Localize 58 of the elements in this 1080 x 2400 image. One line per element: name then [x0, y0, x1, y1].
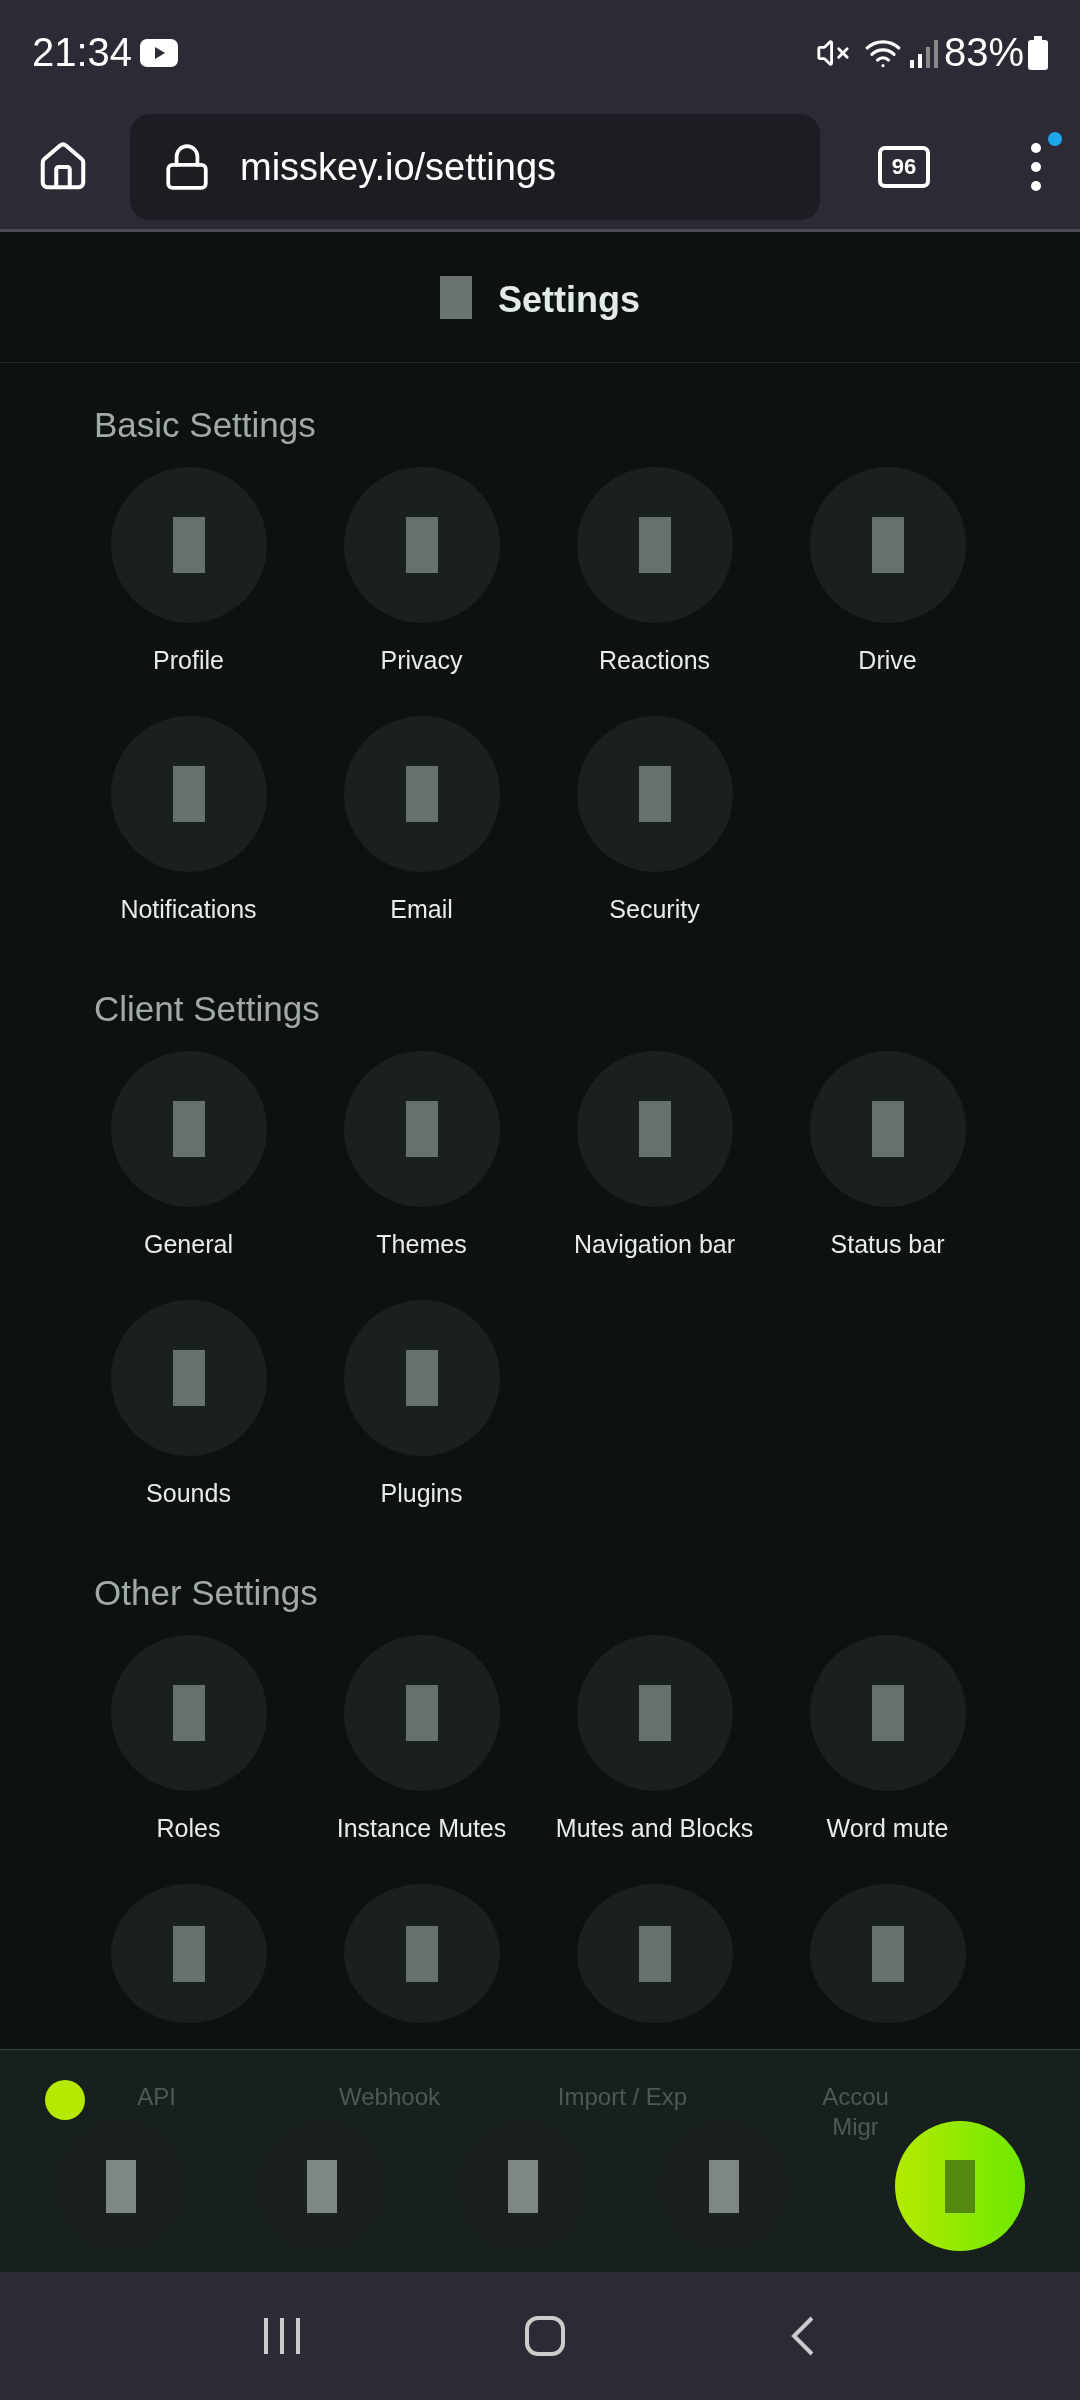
battery-percentage: 83% [943, 30, 1024, 75]
tab-count-button[interactable]: 96 [878, 146, 930, 188]
more-vertical-icon [1030, 142, 1042, 192]
settings-item-icon [871, 1925, 904, 1982]
home-nav-button[interactable] [525, 2316, 565, 2356]
settings-item-icon [638, 1685, 671, 1741]
settings-item[interactable]: Mutes and Blocks [538, 1635, 771, 1884]
settings-item-icon [638, 1101, 671, 1157]
settings-item[interactable]: Roles [72, 1635, 305, 1884]
settings-item-icon [172, 766, 205, 822]
settings-item-icon [405, 1101, 438, 1157]
settings-item-icon [638, 766, 671, 822]
address-bar[interactable]: misskey.io/settings [130, 114, 820, 220]
recent-apps-button[interactable] [261, 2316, 302, 2356]
page-title: Settings [498, 279, 640, 321]
settings-item-icon [871, 517, 904, 573]
section-heading: Client Settings [94, 988, 321, 1030]
settings-item[interactable]: Plugins [305, 1300, 538, 1549]
settings-item[interactable]: Reactions [538, 467, 771, 716]
settings-item-icon [638, 1925, 671, 1982]
url-text: misskey.io/settings [240, 145, 557, 189]
clock-time: 21:34 [32, 30, 133, 75]
settings-item[interactable]: Instance Mutes [305, 1635, 538, 1884]
battery-icon [1028, 35, 1048, 70]
settings-item[interactable]: Word mute [771, 1635, 1004, 1884]
settings-item[interactable]: Status bar [771, 1051, 1004, 1300]
video-app-icon [140, 38, 179, 67]
settings-item-icon [871, 1101, 904, 1157]
settings-item[interactable]: Security [538, 716, 771, 965]
settings-icon [440, 275, 472, 319]
settings-item[interactable]: Email [305, 716, 538, 965]
settings-item-icon [172, 1101, 205, 1157]
settings-item-icon [172, 1685, 205, 1741]
settings-item-icon [172, 1925, 205, 1982]
settings-item[interactable]: Profile [72, 467, 305, 716]
settings-item[interactable]: Sounds [72, 1300, 305, 1549]
settings-item[interactable]: Navigation bar [538, 1051, 771, 1300]
faded-item-label: Import / Exp [557, 2082, 688, 2112]
settings-item-icon [405, 1685, 438, 1741]
settings-item[interactable]: Themes [305, 1051, 538, 1300]
settings-item-icon [405, 1350, 438, 1406]
settings-item[interactable]: Privacy [305, 467, 538, 716]
settings-item[interactable]: Drive [771, 467, 1004, 716]
settings-item[interactable]: Notifications [72, 716, 305, 965]
faded-item-label: API [137, 2082, 176, 2112]
signal-icon [907, 37, 938, 68]
settings-item-icon [172, 517, 205, 573]
faded-item-label: Accou Migr [822, 2082, 889, 2142]
settings-item-icon [405, 766, 438, 822]
settings-item-icon [638, 517, 671, 573]
faded-item-label: Webhook [339, 2082, 440, 2112]
settings-item-icon [405, 517, 438, 573]
settings-item-icon [172, 1350, 205, 1406]
settings-item-icon [871, 1685, 904, 1741]
settings-item[interactable]: General [72, 1051, 305, 1300]
section-heading: Basic Settings [94, 404, 317, 446]
section-heading: Other Settings [94, 1572, 319, 1614]
settings-item-icon [405, 1925, 438, 1982]
